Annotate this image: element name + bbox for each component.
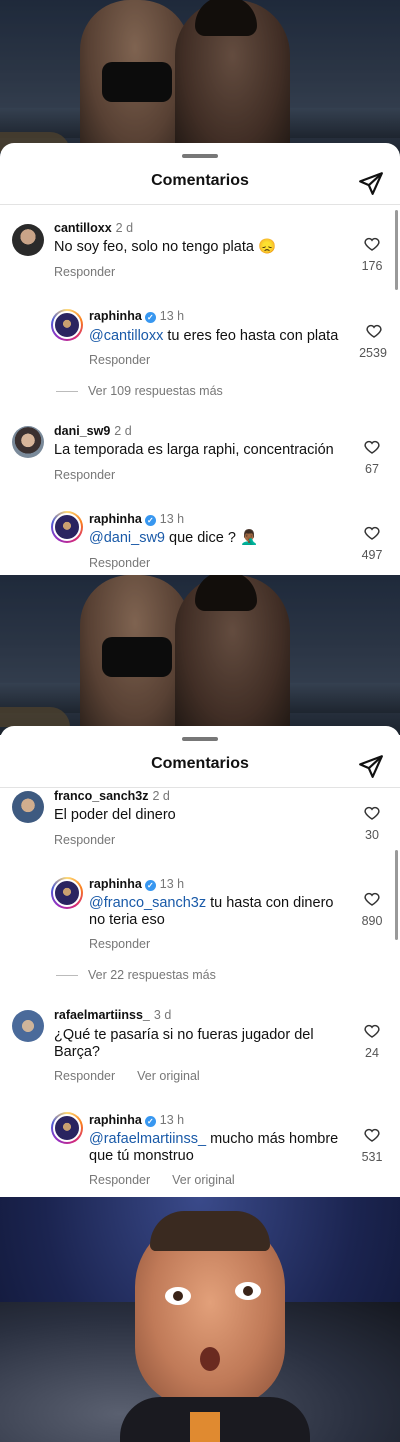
like-button[interactable]: 2539 [357,322,391,360]
like-count: 67 [365,462,379,476]
view-more-replies[interactable]: Ver 109 respuestas más [56,384,223,398]
avatar[interactable] [12,791,44,823]
like-button[interactable]: 176 [357,235,387,273]
like-button[interactable]: 531 [357,1126,387,1164]
like-count: 24 [365,1046,379,1060]
comment-text: El poder del dinero [54,807,176,823]
avatar[interactable] [12,224,44,256]
reaction-image [0,1197,400,1442]
like-button[interactable]: 67 [357,438,387,476]
avatar[interactable] [51,511,83,543]
like-button[interactable]: 497 [357,524,387,562]
comment-username[interactable]: franco_sanch3z 2 d [54,789,170,803]
avatar[interactable] [12,1010,44,1042]
heart-icon [364,237,380,251]
like-count: 890 [361,914,383,928]
avatar[interactable] [51,309,83,341]
scrollbar[interactable] [395,210,398,290]
comments-sheet-1: Comentarios [0,143,400,575]
comment-username[interactable]: raphinha ✓ 13 h [89,512,184,526]
heart-icon [364,806,380,820]
heart-icon [366,324,382,338]
reply-actions: Responder Ver original [54,1069,222,1083]
send-icon[interactable] [358,170,384,196]
reply-button[interactable]: Responder [89,556,150,570]
reply-button[interactable]: Responder [54,468,115,482]
like-button[interactable]: 30 [357,804,387,842]
comment-username[interactable]: raphinha ✓ 13 h [89,1113,184,1127]
verified-icon: ✓ [144,515,156,526]
like-button[interactable]: 890 [357,890,387,928]
reply-button[interactable]: Responder [89,353,150,367]
post-photo-top [0,0,400,160]
comment-text: @rafaelmartiinss_ mucho más hombre que t… [89,1131,339,1164]
reply-button[interactable]: Responder [54,833,115,847]
comment-text: La temporada es larga raphi, concentraci… [54,442,334,458]
avatar[interactable] [51,877,83,909]
comment-username[interactable]: rafaelmartiinss_ 3 d [54,1008,171,1022]
reply-actions: Responder Ver original [89,1173,257,1187]
like-count: 30 [365,828,379,842]
scrollbar[interactable] [395,850,398,940]
reply-button[interactable]: Responder [54,265,115,279]
verified-icon: ✓ [144,880,156,891]
avatar[interactable] [12,426,44,458]
heart-icon [364,526,380,540]
comment-username[interactable]: dani_sw9 2 d [54,424,132,438]
send-icon[interactable] [358,753,384,779]
comment-username[interactable]: raphinha ✓ 13 h [89,309,184,323]
reply-button[interactable]: Responder [89,1173,150,1187]
verified-icon: ✓ [144,1116,156,1127]
heart-icon [364,1024,380,1038]
comment-text: @dani_sw9 que dice ? 🤦🏾‍♂️ [89,530,259,546]
comment-text: No soy feo, solo no tengo plata 😞 [54,239,276,255]
verified-icon: ✓ [144,312,156,323]
comment-username[interactable]: cantilloxx 2 d [54,221,133,235]
reply-button[interactable]: Responder [89,937,150,951]
like-count: 497 [361,548,383,562]
heart-icon [364,440,380,454]
avatar[interactable] [51,1112,83,1144]
see-original-button[interactable]: Ver original [172,1173,235,1187]
view-more-replies[interactable]: Ver 22 respuestas más [56,968,216,982]
sheet-title: Comentarios [151,755,249,772]
like-count: 176 [361,259,383,273]
comment-text: @franco_sanch3z tu hasta con dinero no t… [89,895,334,928]
post-photo-middle [0,575,400,735]
comment-text: ¿Qué te pasaría si no fueras jugador del… [54,1027,314,1060]
see-original-button[interactable]: Ver original [137,1069,200,1083]
like-count: 2539 [359,346,387,360]
sheet-title: Comentarios [151,172,249,189]
like-count: 531 [361,1150,383,1164]
heart-icon [364,892,380,906]
comment-username[interactable]: raphinha ✓ 13 h [89,877,184,891]
reply-button[interactable]: Responder [54,1069,115,1083]
comment-text: @cantilloxx tu eres feo hasta con plata [89,328,339,344]
heart-icon [364,1128,380,1142]
like-button[interactable]: 24 [357,1022,387,1060]
